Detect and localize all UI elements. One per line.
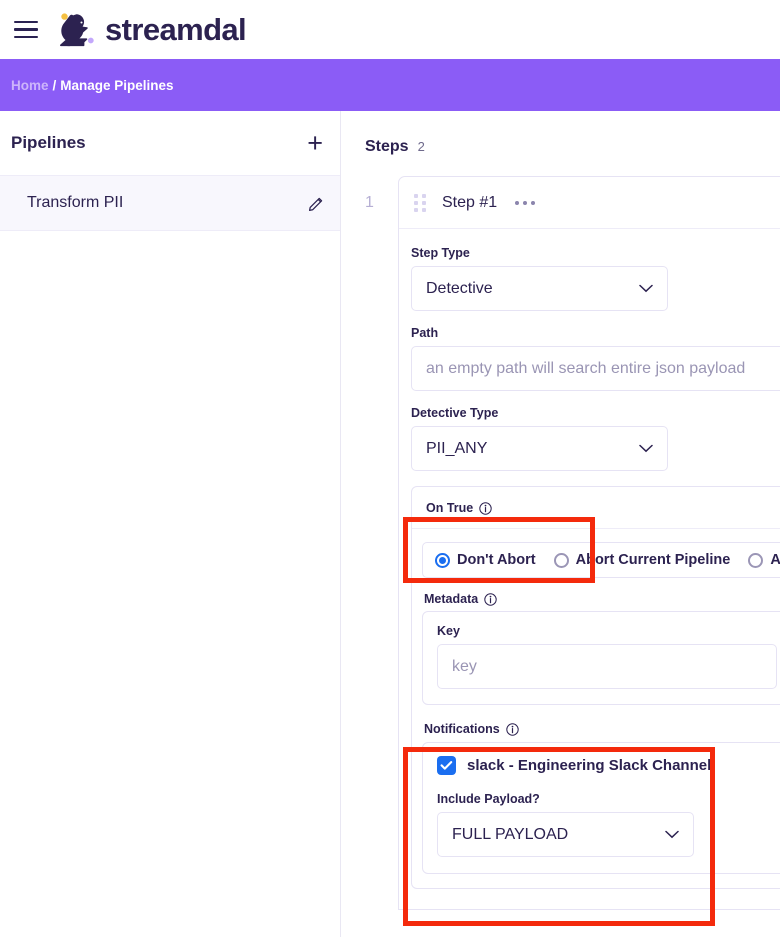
step-type-field: Step Type Detective: [411, 246, 780, 311]
menu-dot: [531, 200, 536, 205]
hamburger-icon[interactable]: [14, 20, 38, 39]
abort-options-group: Don't Abort Abort Current Pipeline Abor: [422, 542, 780, 578]
step-type-label: Step Type: [411, 246, 470, 260]
on-true-label: On True: [426, 501, 474, 515]
metadata-label-row: Metadata: [424, 592, 780, 606]
breadcrumb: Home / Manage Pipelines: [0, 59, 780, 111]
ellipsis-icon[interactable]: [513, 195, 537, 211]
menu-dot: [523, 200, 528, 205]
brand-wordmark: streamdal: [105, 12, 247, 47]
chevron-down-icon: [639, 284, 653, 293]
brand-logo[interactable]: streamdal: [54, 12, 247, 48]
notifications-label-row: Notifications: [424, 722, 780, 736]
detective-type-value: PII_ANY: [426, 439, 488, 457]
step-card-header: Step #1: [399, 177, 780, 229]
drag-dot: [422, 193, 426, 198]
body-split: Pipelines + Transform PII Steps 2 1 Step…: [0, 111, 780, 937]
breadcrumb-home-link[interactable]: Home: [11, 78, 49, 93]
step-row: 1 Step #1 Step Type Detective Path an em…: [365, 176, 780, 910]
drag-dot: [414, 207, 418, 212]
sidebar-header: Pipelines +: [0, 111, 340, 175]
pipeline-name-label: Transform PII: [27, 194, 124, 211]
metadata-key-input[interactable]: key: [437, 644, 777, 689]
page-root: streamdal Home / Manage Pipelines Pipeli…: [0, 0, 780, 937]
path-placeholder: an empty path will search entire json pa…: [426, 359, 746, 377]
drag-dot: [414, 200, 418, 205]
drag-handle-icon[interactable]: [414, 193, 426, 212]
radio-indicator: [435, 552, 450, 568]
info-icon[interactable]: [479, 501, 492, 515]
metadata-key-label: Key: [437, 624, 460, 638]
path-label: Path: [411, 326, 439, 340]
path-field: Path an empty path will search entire js…: [411, 326, 780, 391]
radio-indicator: [748, 552, 764, 568]
radio-abort-all[interactable]: Abor: [748, 552, 780, 568]
hamburger-line: [14, 28, 38, 31]
drag-dot: [422, 200, 426, 205]
step-card: Step #1 Step Type Detective Path an empt…: [398, 176, 780, 910]
slack-channel-checkbox[interactable]: [437, 756, 456, 775]
step-type-value: Detective: [426, 279, 493, 297]
radio-label: Abort Current Pipeline: [575, 552, 731, 568]
hamburger-line: [14, 36, 38, 39]
include-payload-value: FULL PAYLOAD: [452, 825, 569, 843]
chevron-down-icon: [665, 830, 679, 839]
on-true-panel: On True Don't Abort Abort Current Pipeli…: [411, 486, 780, 889]
breadcrumb-current: Manage Pipelines: [60, 77, 174, 93]
step-type-select[interactable]: Detective: [411, 266, 668, 311]
drag-dot: [422, 207, 426, 212]
info-icon[interactable]: [484, 592, 497, 606]
notifications-label: Notifications: [424, 722, 500, 736]
detective-type-label: Detective Type: [411, 406, 499, 420]
on-true-label-row: On True: [426, 501, 780, 515]
detective-type-field: Detective Type PII_ANY: [411, 406, 780, 471]
slack-channel-checkbox-row[interactable]: slack - Engineering Slack Channel: [437, 756, 780, 775]
info-icon[interactable]: [506, 722, 519, 736]
radio-label: Don't Abort: [457, 552, 536, 568]
radio-label: Abor: [770, 552, 780, 568]
step-name-label: Step #1: [442, 193, 498, 211]
slack-channel-label: slack - Engineering Slack Channel: [467, 757, 712, 774]
top-bar: streamdal: [0, 0, 780, 59]
detective-type-select[interactable]: PII_ANY: [411, 426, 668, 471]
step-form: Step Type Detective Path an empty path w…: [399, 229, 780, 909]
checkmark-icon: [440, 761, 453, 770]
step-index-label: 1: [365, 194, 374, 211]
radio-indicator: [553, 552, 569, 568]
menu-dot: [515, 200, 520, 205]
on-true-header: On True: [412, 487, 780, 529]
steps-title: Steps: [365, 138, 409, 155]
metadata-label: Metadata: [424, 592, 479, 606]
notifications-panel: slack - Engineering Slack Channel Includ…: [422, 742, 780, 874]
chevron-down-icon: [639, 444, 653, 453]
breadcrumb-separator: /: [52, 77, 57, 93]
metadata-key-placeholder: key: [452, 657, 477, 675]
pipelines-sidebar: Pipelines + Transform PII: [0, 111, 341, 937]
include-payload-label: Include Payload?: [437, 792, 540, 806]
radio-abort-current-pipeline[interactable]: Abort Current Pipeline: [553, 552, 731, 568]
path-input[interactable]: an empty path will search entire json pa…: [411, 346, 780, 391]
drag-dot: [414, 193, 418, 198]
pencil-icon[interactable]: [308, 195, 325, 212]
on-true-body: Don't Abort Abort Current Pipeline Abor: [412, 529, 780, 888]
steps-count: 2: [417, 139, 425, 154]
sidebar-item-transform-pii[interactable]: Transform PII: [0, 175, 340, 231]
sidebar-title: Pipelines: [11, 133, 86, 152]
add-pipeline-button[interactable]: +: [307, 129, 323, 157]
streamdal-bird-logo-icon: [60, 12, 94, 46]
metadata-panel: Key key: [422, 611, 780, 705]
hamburger-line: [14, 20, 38, 23]
include-payload-select[interactable]: FULL PAYLOAD: [437, 812, 694, 857]
steps-header: Steps 2: [365, 138, 780, 156]
radio-dont-abort[interactable]: Don't Abort: [435, 552, 536, 568]
steps-panel: Steps 2 1 Step #1 Step Type Detective Pa…: [341, 111, 780, 937]
